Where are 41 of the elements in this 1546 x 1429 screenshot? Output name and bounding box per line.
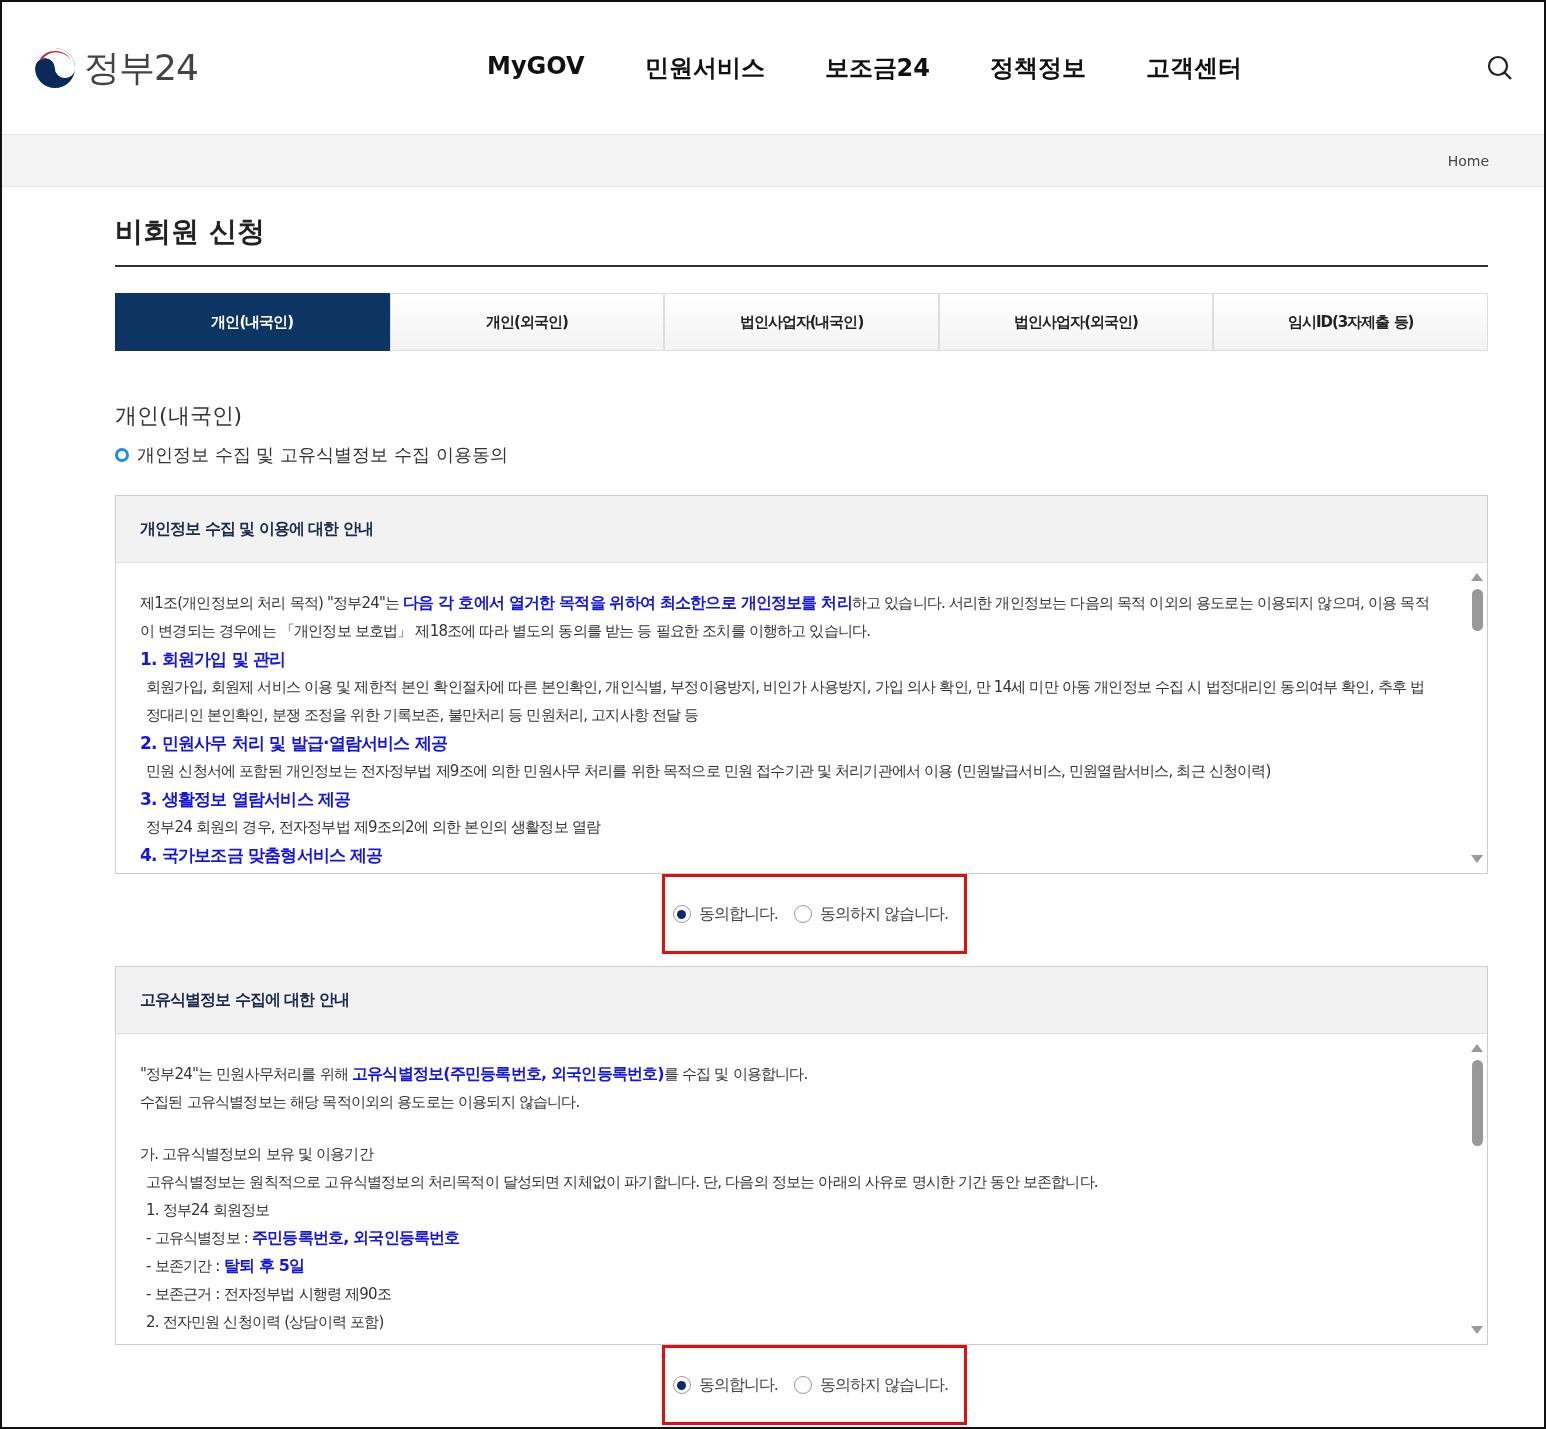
- radio-option[interactable]: 동의하지 않습니다.: [793, 903, 949, 925]
- nav-link[interactable]: 정책정보: [989, 52, 1086, 84]
- policy-text: 가. 고유식별정보의 보유 및 이용기간: [140, 1144, 375, 1165]
- radio-option[interactable]: 동의합니다.: [672, 1374, 778, 1396]
- nav-link[interactable]: 민원서비스: [644, 52, 765, 84]
- policy-text: - 보존근거 : 전자정부법 시행령 제90조: [145, 1284, 392, 1305]
- policy-text: 수집된 고유식별정보는 해당 목적이외의 용도로는 이용되지 않습니다.: [140, 1092, 581, 1113]
- logo-text[interactable]: 정부24: [84, 43, 198, 93]
- radio-option[interactable]: 동의하지 않습니다.: [793, 1374, 949, 1396]
- nav-link[interactable]: MyGOV: [487, 52, 585, 84]
- policy-heading: 2. 민원사무 처리 및 발급·열람서비스 제공: [140, 732, 449, 755]
- nav-link[interactable]: 고객센터: [1145, 52, 1242, 84]
- policy-heading: 1. 회원가입 및 관리: [140, 648, 287, 671]
- panel-title: 개인정보 수집 및 이용에 대한 안내: [140, 518, 373, 540]
- panel-title: 고유식별정보 수집에 대한 안내: [140, 989, 349, 1011]
- policy-heading: 4. 국가보조금 맞춤형서비스 제공: [140, 844, 384, 867]
- policy-text: 고유식별정보는 원칙적으로 고유식별정보의 처리목적이 달성되면 지체없이 파기합니다. 단, 다음의 정보는 아래의 사유로 명시한 기간 동안 보존합니다.: [145, 1172, 1099, 1193]
- policy-text: 2. 전자민원 신청이력 (상담이력 포함): [145, 1312, 385, 1333]
- policy-text: "정부24"는 민원사무처리를 위해 고유식별정보(주민등록번호, 외국인등록번호)를 수집 및 이용합니다.: [140, 1063, 809, 1085]
- policy-text: 민원 신청서에 포함된 개인정보는 전자정부법 제9조에 의한 민원사무 처리를 위한 목적으로 민원 접수기관 및 처리기관에서 이용 (민원발급서비스, 민원열람서비스, 최근 신청이력): [145, 761, 1272, 782]
- policy-text: 제1조(개인정보의 처리 목적) "정부24"는 다음 각 호에서 열거한 목적을 위하여 최소한으로 개인정보를 처리하고 있습니다. 서리한 개인정보는 다음의 목적 이외의 용도로는 이용되지 않으며, 이용 목적이 변경되는 경우에는 「개인정보 보호법」 제18조에 따라 별도의 동의를 받는 등 필요한 조치를 이행하고 있습니다.: [140, 592, 1430, 642]
- emblem-icon: [32, 45, 78, 91]
- policy-text: 정부24 회원의 경우, 전자정부법 제9조의2에 의한 본인의 생활정보 열람: [145, 817, 602, 838]
- search-icon[interactable]: [1486, 54, 1514, 82]
- tab[interactable]: 임시ID(3자제출 등): [1213, 293, 1488, 351]
- bullet-icon: [115, 448, 129, 462]
- section-title: 개인(내국인): [115, 402, 244, 430]
- policy-heading: 3. 생활정보 열람서비스 제공: [140, 788, 352, 811]
- tab[interactable]: 법인사업자(외국인): [938, 293, 1214, 351]
- section-subtitle: 개인정보 수집 및 고유식별정보 수집 이용동의: [137, 443, 508, 467]
- radio-option[interactable]: 동의합니다.: [672, 903, 778, 925]
- breadcrumb-link[interactable]: Home: [1447, 152, 1489, 169]
- nav-link[interactable]: 보조금24: [824, 52, 930, 84]
- tab[interactable]: 개인(내국인): [115, 293, 390, 351]
- tab[interactable]: 개인(외국인): [389, 293, 665, 351]
- tab[interactable]: 법인사업자(내국인): [664, 293, 939, 351]
- policy-text: 회원가입, 회원제 서비스 이용 및 제한적 본인 확인절차에 따른 본인확인, 개인식별, 부정이용방지, 비인가 사용방지, 가입 의사 확인, 만 14세 미만 아동 개인정보 수집 시 법정대리인 동의여부 확인, 추후 법정대리인 본인확인, 분쟁 조정을 위한 기록보존, 불만처리 등 민원처리, 고지사항 전달 등: [145, 677, 1426, 726]
- policy-text: - 고유식별정보 : 주민등록번호, 외국인등록번호: [145, 1227, 461, 1249]
- policy-text: 1. 정부24 회원정보: [145, 1200, 271, 1221]
- page-title: 비회원 신청: [115, 187, 1488, 267]
- policy-text: - 보존기간 : 탈퇴 후 5일: [145, 1255, 306, 1277]
